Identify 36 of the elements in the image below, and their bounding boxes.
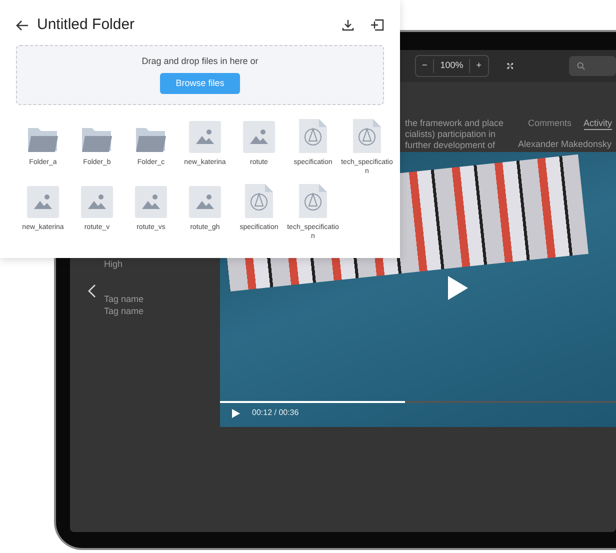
drop-zone[interactable]: Drag and drop files in here or Browse files — [16, 44, 384, 104]
play-icon[interactable] — [232, 408, 240, 418]
chevron-left-icon[interactable] — [88, 284, 96, 298]
image-icon — [189, 186, 221, 218]
document-icon — [299, 184, 327, 218]
description-text: cialists) participation in — [405, 129, 497, 140]
back-arrow-icon[interactable] — [16, 20, 29, 31]
image-icon — [81, 186, 113, 218]
tag-label: Tag name — [104, 306, 144, 317]
search-field[interactable] — [568, 56, 616, 76]
description-text: further development of — [405, 140, 496, 151]
priority-label: High — [104, 259, 123, 270]
zoom-in-button[interactable]: + — [470, 59, 488, 73]
zoom-out-button[interactable]: − — [416, 59, 434, 73]
document-icon — [299, 118, 327, 152]
fullscreen-icon[interactable] — [506, 61, 513, 71]
drop-hint: Drag and drop files in here or — [142, 55, 258, 68]
play-overlay-icon[interactable] — [446, 274, 470, 302]
tag-label: Tag name — [104, 294, 144, 305]
zoom-control[interactable]: − 100% + — [415, 55, 489, 77]
image-icon — [27, 186, 59, 218]
tab[interactable]: Activity — [584, 118, 612, 130]
image-icon — [243, 120, 275, 152]
image-icon — [135, 186, 167, 218]
document-icon — [245, 184, 273, 218]
search-icon — [576, 62, 585, 70]
tab[interactable]: Comments — [528, 118, 572, 130]
document-icon — [353, 118, 381, 152]
video-time: 00:12 / 00:36 — [252, 407, 299, 419]
folder-title: Untitled Folder — [37, 15, 135, 35]
add-folder-icon[interactable] — [370, 19, 384, 32]
zoom-level: 100% — [433, 59, 470, 73]
activity-text: Alexander Makedonsky — [518, 139, 612, 150]
description-text: the framework and place — [405, 118, 504, 129]
download-icon[interactable] — [342, 19, 354, 32]
image-icon — [189, 120, 221, 152]
